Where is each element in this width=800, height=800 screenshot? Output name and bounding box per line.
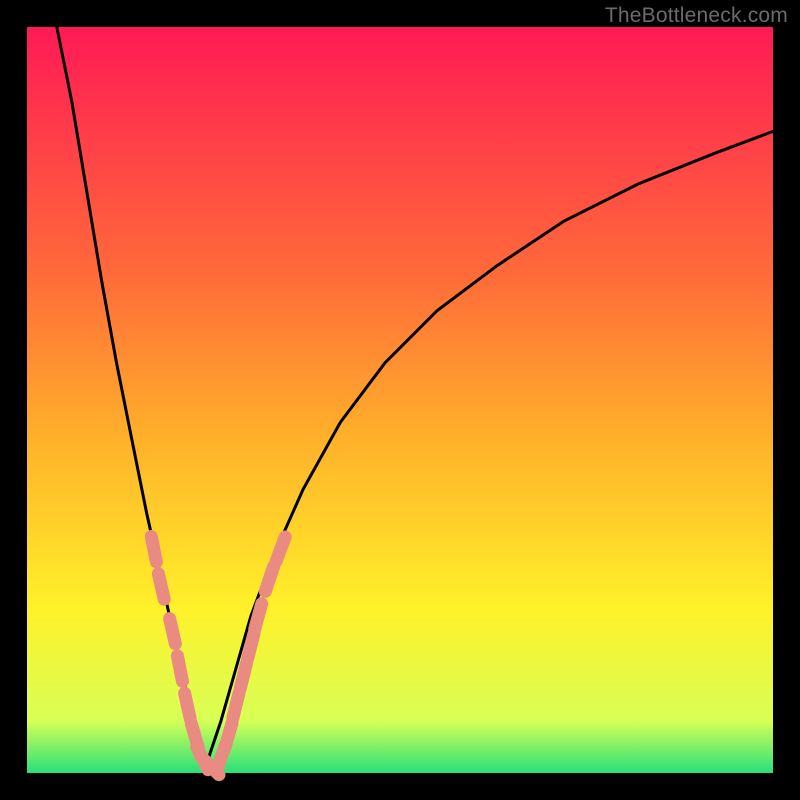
- watermark-text: TheBottleneck.com: [605, 4, 788, 28]
- chart-plot-area: [27, 27, 773, 773]
- chart-frame: TheBottleneck.com: [0, 0, 800, 800]
